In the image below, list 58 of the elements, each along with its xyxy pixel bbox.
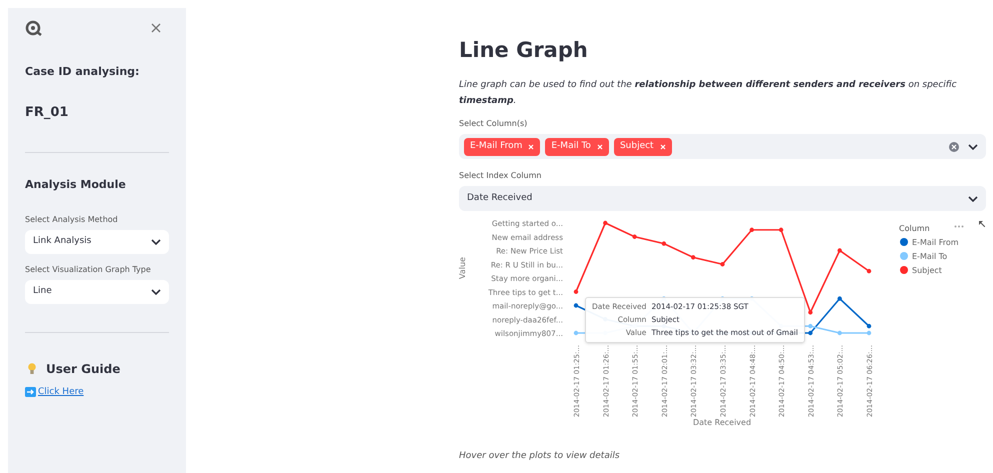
field-label: Select Visualization Graph Type — [25, 264, 152, 276]
legend-label: E-Mail From — [912, 238, 959, 247]
page-title: Line Graph — [459, 40, 589, 61]
case-label: Case ID analysing: — [25, 64, 140, 80]
data-point — [866, 324, 872, 328]
arrow-right-icon — [25, 387, 36, 398]
data-point — [574, 290, 578, 294]
data-point — [662, 241, 666, 246]
lightbulb-icon — [28, 362, 36, 374]
data-point — [838, 296, 842, 301]
hint-text: Hover over the plots to view details — [459, 450, 621, 463]
case-id: FR_01 — [25, 104, 70, 122]
data-point — [720, 262, 725, 266]
chevron-down-icon — [151, 238, 161, 244]
legend-label: Subject — [912, 266, 942, 275]
data-point — [750, 228, 754, 232]
expand-icon[interactable] — [979, 221, 985, 227]
legend-title: Column — [899, 224, 930, 233]
data-point — [778, 228, 784, 232]
remove-icon[interactable] — [528, 144, 534, 150]
tag-chip[interactable]: E-Mail From — [464, 138, 540, 156]
multiselect-field[interactable]: E-Mail From E-Mail To Subject — [459, 134, 986, 159]
legend-label: E-Mail To — [912, 252, 948, 261]
chevron-down-icon — [968, 196, 978, 202]
data-point — [838, 330, 842, 336]
guide-link[interactable]: Click Here — [38, 386, 84, 399]
close-icon[interactable] — [151, 23, 161, 33]
data-point — [866, 268, 872, 274]
tag-chip[interactable]: E-Mail To — [545, 138, 609, 156]
data-point — [838, 248, 842, 253]
data-point — [632, 234, 637, 239]
field-label: Select Column(s) — [459, 118, 528, 130]
chevron-down-icon — [968, 144, 978, 150]
data-point — [866, 330, 872, 336]
data-point — [603, 220, 608, 226]
select-field[interactable]: Date Received — [459, 186, 986, 211]
data-point — [574, 303, 578, 308]
section-title: Analysis Module — [25, 177, 127, 193]
select-field[interactable]: Link Analysis — [25, 230, 169, 254]
remove-icon[interactable] — [660, 144, 666, 150]
data-point — [808, 330, 813, 336]
field-label: Select Analysis Method — [25, 214, 119, 226]
logo-icon — [25, 20, 43, 36]
data-point — [691, 255, 696, 260]
description: Line graph can be used to find out the relationship between different senders and receivers on specific timestamp. — [459, 79, 958, 108]
chevron-down-icon — [151, 288, 161, 294]
tag-chip[interactable]: Subject — [614, 138, 672, 156]
section-title: User Guide — [46, 360, 120, 378]
data-point — [808, 324, 813, 328]
more-icon[interactable] — [954, 225, 964, 228]
data-point — [808, 310, 813, 315]
data-point — [574, 330, 578, 336]
select-field[interactable]: Line — [25, 280, 169, 304]
axis-title: Value — [458, 257, 467, 279]
clear-icon[interactable] — [949, 142, 959, 152]
remove-icon[interactable] — [596, 144, 603, 150]
axis-title: Date Received — [692, 418, 752, 427]
field-label: Select Index Column — [459, 170, 542, 182]
